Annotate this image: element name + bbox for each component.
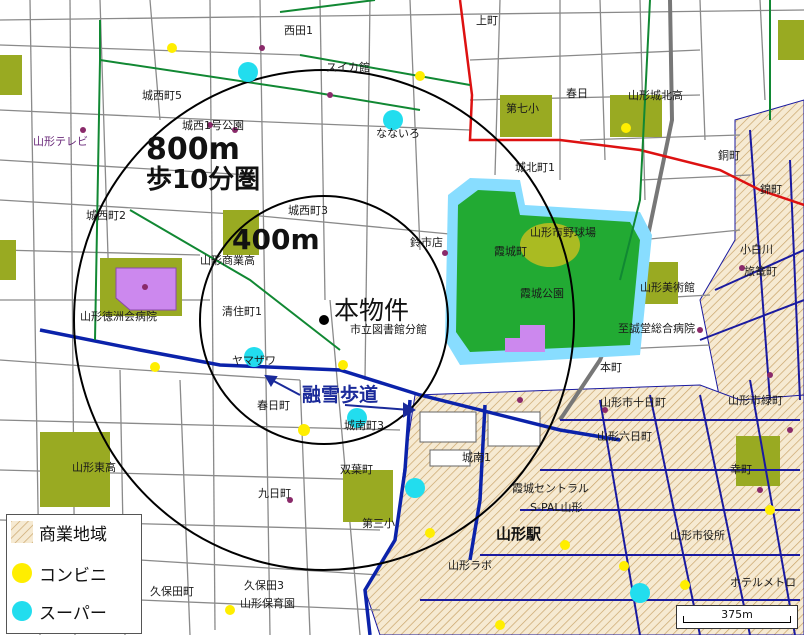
map-label: 双葉町 [340, 463, 373, 476]
map-label: 山形徳洲会病院 [80, 310, 157, 323]
map-label: 山形美術館 [640, 281, 695, 294]
map-label: 春日町 [257, 399, 290, 412]
legend-item-supermarket: スーパー [11, 597, 107, 625]
map-label: ホテルメトロ [730, 576, 796, 589]
map-label: 第三小 [362, 517, 395, 530]
yellow-dot-icon [12, 563, 32, 583]
map-label: 久保田3 [244, 579, 284, 592]
legend-label: コンビニ [39, 565, 107, 586]
map-label: スイカ館 [326, 61, 370, 74]
map-label: S-PAL山形 [530, 501, 583, 514]
map-label: なないろ [376, 127, 420, 140]
map-label: 山形テレビ [33, 135, 88, 148]
map-label: 上町 [476, 14, 498, 27]
map-label: 市立図書館分館 [350, 323, 427, 336]
legend-item-commercial: 商業地域 [11, 518, 107, 546]
map-label: 九日町 [258, 487, 291, 500]
map-label: 山形城北高 [628, 89, 683, 102]
scale-ruler [683, 616, 791, 623]
map-label: ヤマザワ [232, 354, 276, 367]
ring-400-label: 400m [232, 223, 320, 256]
map-label: 西田1 [284, 24, 313, 37]
cyan-dot-icon [12, 601, 32, 621]
scale-bar: 375m [676, 605, 798, 629]
snow-path-label: 融雪歩道 [302, 384, 379, 406]
ring-800-label: 800m [146, 132, 240, 167]
map-label: 城北町1 [515, 161, 555, 174]
map-label: 霞城公園 [520, 287, 564, 300]
map-label: 第七小 [506, 102, 539, 115]
property-label: 本物件 [334, 296, 410, 325]
map-label: 銅町 [718, 149, 740, 162]
map-label: 山形市緑町 [728, 394, 783, 407]
map-label: 霞城町 [494, 245, 527, 258]
map-label: 城西町2 [86, 209, 126, 222]
map-legend: 商業地域 コンビニ スーパー [6, 514, 142, 634]
legend-label: 商業地域 [39, 524, 107, 545]
commercial-zone-hatch-icon [11, 521, 33, 543]
map-label: 城西町5 [142, 89, 182, 102]
map-label: 霞城セントラル [512, 482, 589, 495]
legend-item-convenience: コンビニ [11, 559, 107, 587]
map-label: 城南1 [462, 451, 491, 464]
map-label: 城西1号公園 [182, 119, 244, 132]
map-label: 旅篭町 [744, 265, 777, 278]
map-label: 本町 [600, 361, 622, 374]
map-label: 山形市十日町 [600, 396, 666, 409]
map-label: 山形市野球場 [530, 226, 596, 239]
map-label: 城西町3 [288, 204, 328, 217]
map-label: 清住町1 [222, 305, 262, 318]
station-label: 山形駅 [496, 525, 542, 543]
map-label: 錦町 [760, 183, 782, 196]
map-label: 山形東高 [72, 461, 116, 474]
map-label: 幸町 [730, 463, 752, 476]
map-label: 春日 [566, 87, 588, 100]
map-label: 山形保育園 [240, 597, 295, 610]
walk-10min-label: 歩10分圏 [146, 165, 261, 195]
map-label: 山形六日町 [597, 430, 652, 443]
property-marker[interactable] [319, 315, 329, 325]
map-label: 山形商業高 [200, 254, 255, 267]
map-label: 鈴市店 [410, 236, 443, 249]
hospital-block [100, 258, 182, 316]
map-label: 久保田町 [150, 585, 194, 598]
map-label: 山形ラボ [448, 559, 492, 572]
map-label: 小白川 [740, 243, 773, 256]
legend-label: スーパー [39, 603, 107, 624]
map-label: 至誠堂総合病院 [618, 322, 695, 335]
map-label: 城南町3 [344, 419, 384, 432]
map-label: 山形市役所 [670, 529, 725, 542]
